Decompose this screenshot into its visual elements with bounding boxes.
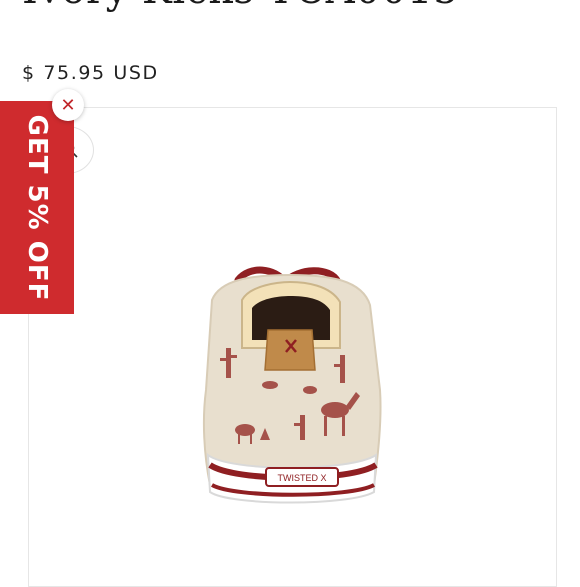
product-price: $ 75.95 USD bbox=[22, 62, 159, 84]
discount-tab-label: GET 5% OFF bbox=[22, 114, 52, 301]
discount-tab[interactable]: GET 5% OFF bbox=[0, 101, 74, 314]
product-image[interactable]: TWISTED X bbox=[190, 260, 390, 510]
product-title: Ivory Kicks TCA0015 bbox=[22, 0, 459, 14]
close-icon[interactable]: ✕ bbox=[52, 89, 84, 121]
svg-text:TWISTED X: TWISTED X bbox=[278, 473, 327, 483]
